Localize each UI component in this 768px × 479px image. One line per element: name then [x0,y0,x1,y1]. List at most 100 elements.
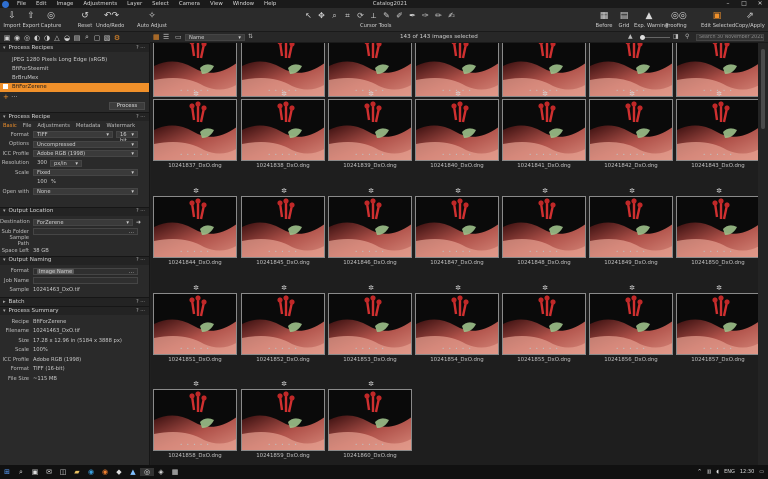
edit-badge-icon[interactable]: ✲ [192,187,200,195]
exposure-tab-icon[interactable]: ◑ [43,34,51,42]
edit-badge-icon[interactable]: ✲ [280,187,288,195]
recipe-item-selected[interactable]: BfiForZerene [0,83,149,92]
thumbnail[interactable]: ✲ • • • • • 10241837_DxO.dng [153,90,237,169]
menu-item-file[interactable]: File [12,1,31,7]
process-tab-icon[interactable]: ⚙ [113,34,121,42]
job-name-input[interactable] [33,277,138,285]
edit-badge-icon[interactable]: ✲ [628,187,636,195]
filter-icon[interactable]: ⚲ [685,33,689,40]
menu-item-select[interactable]: Select [147,1,174,7]
rating-dots[interactable]: • • • • • [355,152,385,157]
tab-adjustments[interactable]: Adjustments [37,123,70,129]
scale-percent-input[interactable]: 100 [33,179,47,185]
tab-metadata[interactable]: Metadata [76,123,101,129]
thumbnail[interactable]: ✲ • • • • • 10241850_DxO.dng [676,187,758,266]
rating-dots[interactable]: • • • • • [268,152,298,157]
rotate-tool-icon[interactable]: ⟳ [354,11,367,21]
app-icon[interactable]: ▦ [168,468,182,476]
rating-dots[interactable]: • • • • • [442,346,472,351]
menu-item-camera[interactable]: Camera [174,1,205,7]
picker-tool-icon[interactable]: ✒ [406,11,419,21]
process-button[interactable]: Process [109,102,145,110]
sort-select[interactable]: Name ▾ [185,34,245,41]
output-location-header[interactable]: ▾ Output Location? ··· [0,206,149,216]
options-select[interactable]: Uncompressed ▾ [33,140,138,148]
maximize-icon[interactable]: □ [736,0,752,8]
thumbnail-image[interactable]: • • • • • [153,196,237,258]
resolution-unit-select[interactable]: px/in ▾ [50,159,82,167]
menu-item-adjustments[interactable]: Adjustments [78,1,122,7]
thumbnail[interactable]: ✲ • • • • • 10241838_DxO.dng [241,90,325,169]
scrollbar[interactable] [758,43,768,465]
thumbnail[interactable]: ✲ • • • • • 10241844_DxO.dng [153,187,237,266]
more-icon[interactable]: ? ··· [136,307,145,316]
thumbnail-image[interactable]: • • • • • [241,389,325,451]
edit-badge-icon[interactable]: ✲ [715,187,723,195]
capture-one-taskbar-icon[interactable]: ◎ [140,468,154,476]
thumbnail[interactable]: ✲ • • • • • 10241846_DxO.dng [328,187,412,266]
search-input[interactable]: Search 30 November 2021 1 [696,34,764,41]
thumbnail[interactable]: ✲ • • • • • 10241859_DxO.dng [241,380,325,459]
thumbnail[interactable]: ✲ • • • • • 10241852_DxO.dng [241,284,325,363]
pointer-tool-icon[interactable]: ↖ [302,11,315,21]
task-view-icon[interactable]: ▣ [28,468,42,476]
rating-dots[interactable]: • • • • • [355,249,385,254]
edit-badge-icon[interactable]: ✲ [280,90,288,98]
thumbnail-image[interactable]: • • • • • [676,43,758,97]
recipe-item[interactable]: BrBruMex [0,74,149,83]
thumbnail[interactable]: ✲ • • • • • 10241857_DxO.dng [676,284,758,363]
sort-direction-icon[interactable]: ⇅ [248,33,253,40]
thumbnail-image[interactable]: • • • • • [415,99,499,161]
firefox-icon[interactable]: ◉ [98,468,112,476]
filmstrip-icon[interactable]: ▭ [175,33,182,41]
checkbox[interactable] [3,84,8,89]
thumbnail-image[interactable]: • • • • • [676,293,758,355]
more-icon[interactable]: ? ··· [136,256,145,265]
rating-dots[interactable]: • • • • • [616,152,646,157]
rating-dots[interactable]: • • • • • [180,346,210,351]
thumbnail-image[interactable]: • • • • • [328,389,412,451]
thumbnail-image[interactable]: • • • • • [589,196,673,258]
thumbnail[interactable]: ✲ • • • • • 10241854_DxO.dng [415,284,499,363]
library-tab-icon[interactable]: ▣ [3,34,11,42]
zoom-tool-icon[interactable]: ⌕ [328,11,341,21]
search-icon[interactable]: ⌕ [14,468,28,477]
thumbnail-image[interactable]: • • • • • [415,196,499,258]
thumbnail-image[interactable]: • • • • • [328,293,412,355]
capture-button[interactable]: ◎ Capture [39,10,63,29]
rating-dots[interactable]: • • • • • [442,152,472,157]
exp-warning-button[interactable]: ▲ Exp. Warning [634,10,668,29]
app-icon[interactable]: ◆ [112,468,126,476]
edit-badge-icon[interactable]: ✲ [628,90,636,98]
thumbnail-image[interactable]: • • • • • [676,99,758,161]
edit-badge-icon[interactable]: ✲ [367,284,375,292]
tray-chevron-icon[interactable]: ^ [697,469,701,475]
edit-badge-icon[interactable]: ✲ [454,90,462,98]
eraser-tool-icon[interactable]: ✐ [393,11,406,21]
tab-basic[interactable]: Basic [3,123,17,129]
mail-icon[interactable]: ✉ [42,468,56,476]
thumbnail[interactable]: ✲ • • • • • 10241841_DxO.dng [502,90,586,169]
heal-tool-icon[interactable]: ✏ [432,11,445,21]
process-recipes-header[interactable]: ▾ Process Recipes? ··· [0,43,149,52]
format-select[interactable]: TIFF ▾ [33,131,113,139]
open-with-select[interactable]: None ▾ [33,188,138,196]
edit-badge-icon[interactable]: ✲ [280,284,288,292]
thumbnail[interactable]: ✲ • • • • • 10241853_DxO.dng [328,284,412,363]
rating-dots[interactable]: • • • • • [355,442,385,447]
rating-dots[interactable]: • • • • • [268,346,298,351]
metadata-tab-icon[interactable]: ▤ [73,34,81,42]
thumbnail-image[interactable]: • • • • • [502,99,586,161]
bit-depth-select[interactable]: 16 bit▾ [116,131,138,144]
close-icon[interactable]: ✕ [752,0,768,8]
thumbnail[interactable]: ✲ • • • • • 10241845_DxO.dng [241,187,325,266]
notification-icon[interactable]: ▭ [759,469,764,475]
menu-item-help[interactable]: Help [259,1,281,7]
more-icon[interactable]: ? ··· [136,44,145,53]
pen-tool-icon[interactable]: ✍ [445,11,458,21]
edit-badge-icon[interactable]: ✲ [628,284,636,292]
batch-header[interactable]: ▸ Batch? ··· [0,297,149,306]
edit-badge-icon[interactable]: ✲ [367,187,375,195]
more-icon[interactable]: ? ··· [136,207,145,216]
rating-dots[interactable]: • • • • • [268,442,298,447]
